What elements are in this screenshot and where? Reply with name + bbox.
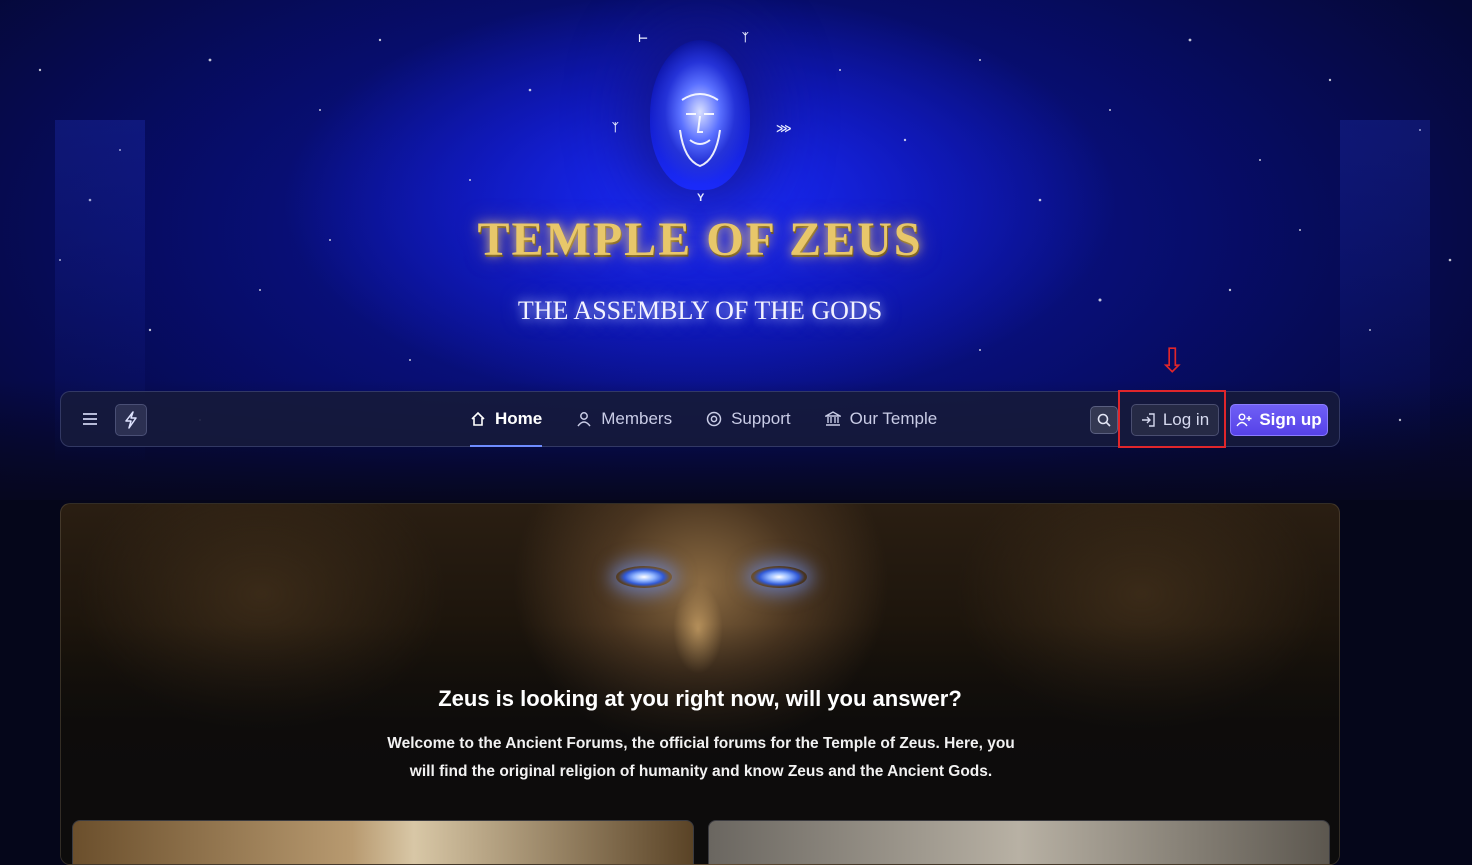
temple-icon xyxy=(824,411,841,426)
nav-support[interactable]: Support xyxy=(706,392,791,446)
nav-home-label: Home xyxy=(495,409,543,428)
nav-our-temple-label: Our Temple xyxy=(849,409,938,428)
hamburger-icon xyxy=(83,413,97,425)
feature-card[interactable] xyxy=(708,820,1330,864)
nav-support-label: Support xyxy=(731,409,791,428)
hero-banner: Zeus is looking at you right now, will y… xyxy=(60,503,1340,865)
site-subtitle: THE ASSEMBLY OF THE GODS xyxy=(517,296,883,325)
lifebuoy-icon xyxy=(706,411,722,427)
primary-nav: Home Members Support Our Temple xyxy=(470,392,938,447)
rune-icon: Y xyxy=(697,192,705,204)
hero-text: Welcome to the Ancient Forums, the offic… xyxy=(387,735,1015,780)
rune-icon: ᛉ xyxy=(612,122,619,134)
nav-members-label: Members xyxy=(601,409,673,428)
hero-title: Zeus is looking at you right now, will y… xyxy=(438,686,962,711)
rune-icon: ⊢ xyxy=(638,33,649,45)
face-outline xyxy=(679,93,721,168)
feature-card[interactable] xyxy=(72,820,694,864)
bolt-icon xyxy=(125,411,137,429)
menu-button[interactable] xyxy=(75,404,105,434)
annotation-arrow-icon: ⇩ xyxy=(1158,341,1187,381)
search-icon xyxy=(1097,413,1111,427)
user-icon xyxy=(577,412,591,427)
search-button[interactable] xyxy=(1090,406,1118,434)
site-title: TEMPLE OF ZEUS xyxy=(477,213,923,266)
home-icon xyxy=(471,411,485,426)
signup-button[interactable]: Sign up xyxy=(1230,404,1328,436)
nav-home[interactable]: Home xyxy=(470,392,543,447)
nav-members[interactable]: Members xyxy=(576,392,672,446)
glowing-eye xyxy=(616,566,672,588)
user-plus-icon xyxy=(1236,413,1252,427)
pillar xyxy=(1340,120,1430,460)
nav-our-temple[interactable]: Our Temple xyxy=(824,392,938,446)
whats-new-button[interactable] xyxy=(115,404,147,436)
rune-icon: ⋙ xyxy=(776,123,792,135)
rune-icon: ᛉ xyxy=(742,32,749,44)
login-highlight-box xyxy=(1118,390,1226,448)
glowing-eye xyxy=(751,566,807,588)
signup-label: Sign up xyxy=(1259,410,1322,429)
zeus-logo: ⊢ ᛉ ᛉ ⋙ Y xyxy=(600,30,800,210)
